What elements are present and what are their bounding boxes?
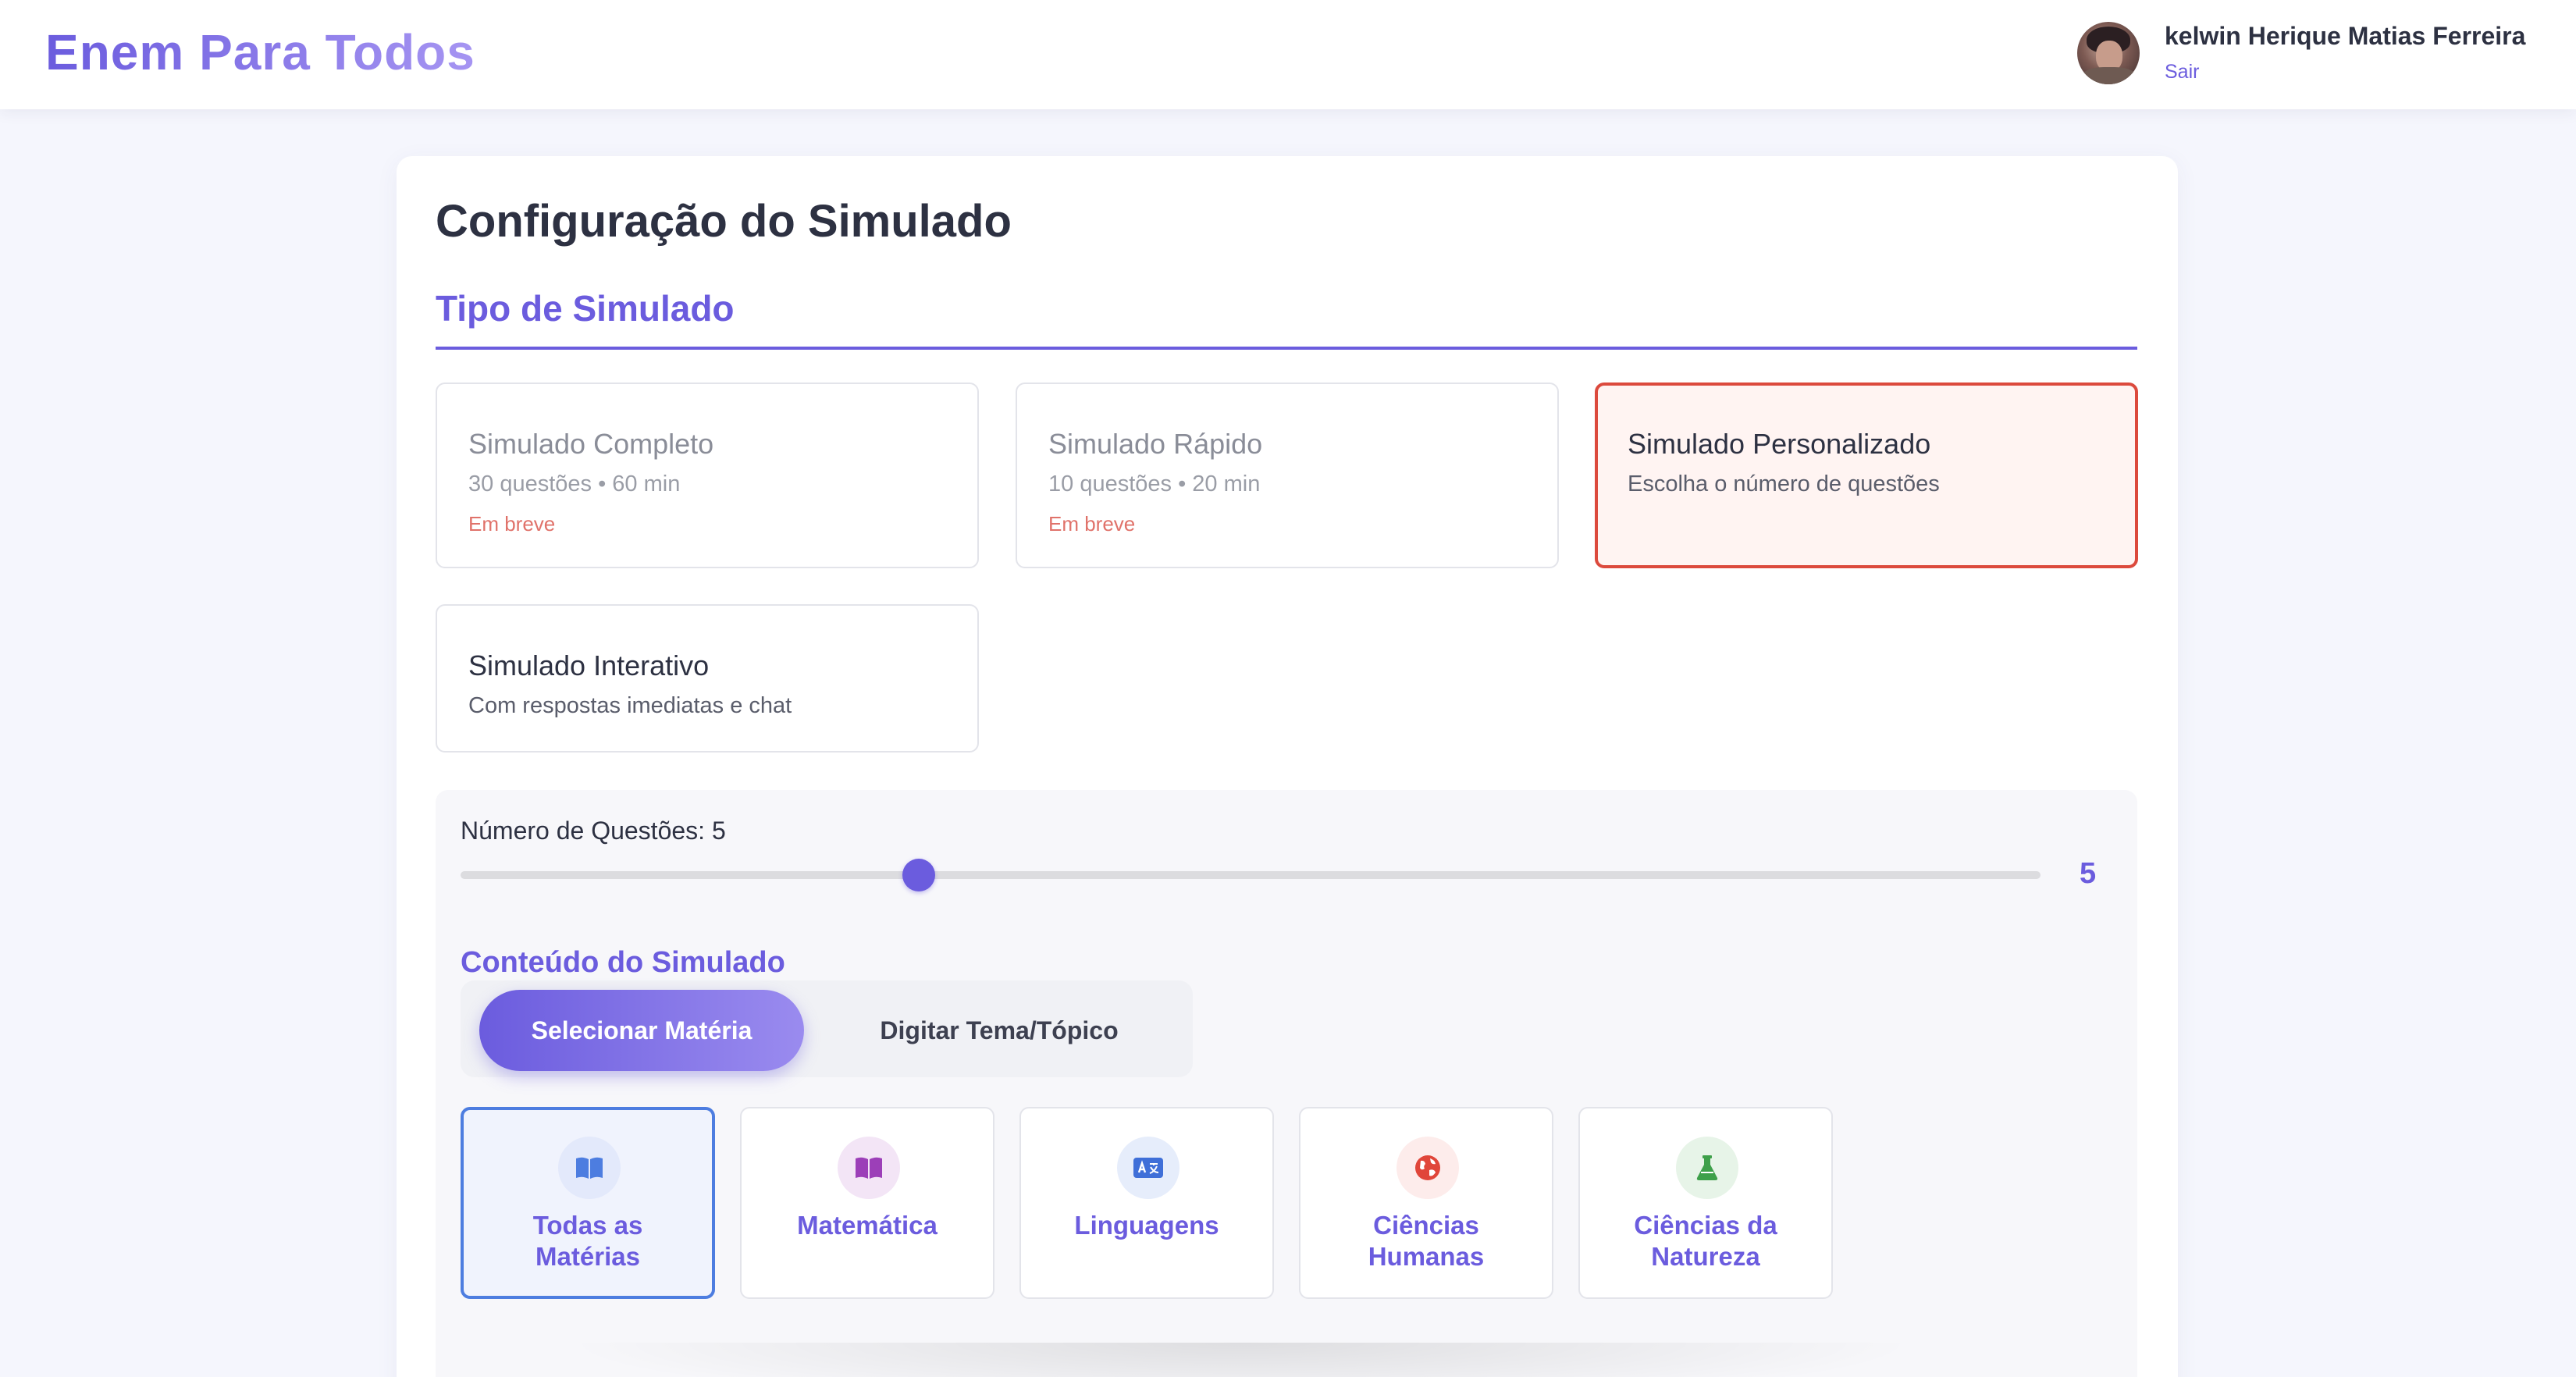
question-count-slider[interactable] — [461, 859, 2041, 891]
book-open-icon — [558, 1137, 621, 1199]
language-icon-svg — [1133, 1158, 1163, 1178]
sim-type-description: 10 questões • 20 min — [1048, 471, 1261, 496]
sim-type-name: Simulado Interativo — [468, 649, 710, 681]
flask-icon-svg — [1696, 1155, 1718, 1180]
book-open-icon — [838, 1137, 900, 1199]
book-open-icon-svg — [576, 1157, 603, 1179]
content-mode-tabs: Selecionar Matéria Digitar Tema/Tópico — [461, 980, 1193, 1077]
question-count-label: Número de Questões: 5 — [461, 817, 726, 845]
sim-type-description: 30 questões • 60 min — [468, 471, 681, 496]
slider-thumb[interactable] — [902, 859, 935, 891]
avatar[interactable] — [2077, 22, 2140, 84]
sim-type-name: Simulado Completo — [468, 428, 714, 460]
tab-select-subject[interactable]: Selecionar Matéria — [479, 990, 804, 1071]
flask-icon — [1676, 1137, 1738, 1199]
question-count-value: 5 — [2080, 857, 2097, 890]
section-title: Tipo de Simulado — [436, 288, 735, 329]
user-name: kelwin Herique Matias Ferreira — [2165, 22, 2526, 50]
sim-type-interativo[interactable]: Simulado Interativo Com respostas imedia… — [436, 604, 979, 753]
top-bar: Enem Para Todos kelwin Herique Matias Fe… — [0, 0, 2576, 109]
sim-type-description: Com respostas imediatas e chat — [468, 693, 792, 718]
subject-linguagens[interactable]: Linguagens — [1019, 1107, 1274, 1299]
subject-label: Ciências da Natureza — [1634, 1211, 1777, 1271]
logout-link[interactable]: Sair — [2165, 61, 2199, 84]
subject-label: Ciências Humanas — [1368, 1211, 1485, 1271]
subject-label: Matemática — [797, 1211, 938, 1240]
subject-natureza[interactable]: Ciências da Natureza — [1578, 1107, 1833, 1299]
language-icon — [1117, 1137, 1179, 1199]
config-card: Configuração do Simulado Tipo de Simulad… — [397, 156, 2178, 1377]
subject-humanas[interactable]: Ciências Humanas — [1299, 1107, 1553, 1299]
floating-shadow — [562, 1343, 1920, 1377]
coming-soon-label: Em breve — [1048, 512, 1136, 536]
section-divider — [436, 347, 2137, 350]
brand-logo[interactable]: Enem Para Todos — [45, 23, 475, 81]
globe-icon-svg — [1415, 1155, 1440, 1180]
globe-icon — [1397, 1137, 1459, 1199]
sim-type-rapido[interactable]: Simulado Rápido 10 questões • 20 min Em … — [1016, 382, 1559, 568]
sim-type-name: Simulado Personalizado — [1628, 428, 1931, 460]
subject-label: Linguagens — [1074, 1211, 1219, 1240]
app-window: Enem Para Todos kelwin Herique Matias Fe… — [0, 0, 2576, 1377]
sim-type-name: Simulado Rápido — [1048, 428, 1263, 460]
content-title: Conteúdo do Simulado — [461, 946, 785, 979]
page-title: Configuração do Simulado — [436, 196, 1012, 247]
subject-matematica[interactable]: Matemática — [740, 1107, 994, 1299]
tab-type-topic[interactable]: Digitar Tema/Tópico — [827, 990, 1171, 1071]
settings-panel: Número de Questões: 5 5 Conteúdo do Simu… — [436, 790, 2137, 1377]
book-open-icon-svg — [856, 1157, 882, 1179]
avatar-shirt — [2082, 67, 2137, 84]
sim-type-personalizado[interactable]: Simulado Personalizado Escolha o número … — [1595, 382, 2138, 568]
sim-type-description: Escolha o número de questões — [1628, 471, 1940, 496]
coming-soon-label: Em breve — [468, 512, 556, 536]
subject-todas[interactable]: Todas as Matérias — [461, 1107, 715, 1299]
subject-label: Todas as Matérias — [532, 1211, 643, 1271]
sim-type-completo[interactable]: Simulado Completo 30 questões • 60 min E… — [436, 382, 979, 568]
